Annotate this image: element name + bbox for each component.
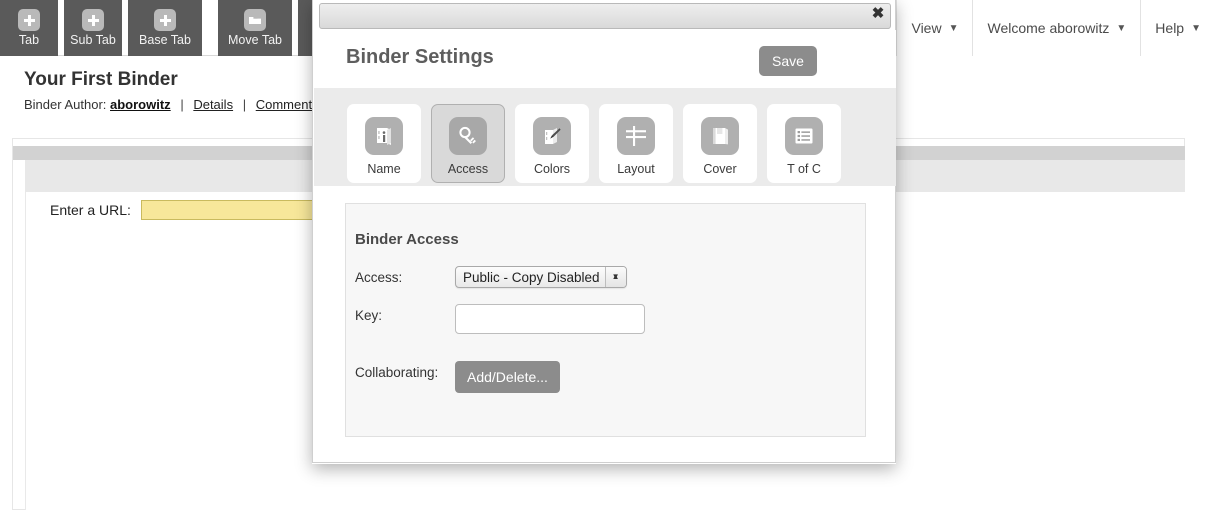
move-tab-button[interactable]: Move Tab <box>218 0 292 56</box>
tab-layout[interactable]: Layout <box>599 104 673 183</box>
paint-brush-icon <box>533 117 571 155</box>
tab-toc-label: T of C <box>787 162 821 176</box>
tab-colors[interactable]: Colors <box>515 104 589 183</box>
modal-title-bar[interactable] <box>319 3 891 29</box>
tab-cover[interactable]: Cover <box>683 104 757 183</box>
close-icon[interactable]: ✖ <box>868 3 888 23</box>
meta-separator: | <box>242 97 247 112</box>
modal-title: Binder Settings <box>346 46 494 68</box>
book-cover-icon <box>701 117 739 155</box>
key-row: Key: <box>355 304 645 334</box>
settings-tab-strip: Name Access Colors Layout Cover T of C <box>314 88 896 186</box>
chevron-down-icon: ▼ <box>1191 22 1201 34</box>
account-menu-label: Welcome aborowitz <box>987 20 1110 36</box>
add-base-tab-label: Base Tab <box>139 33 191 47</box>
chevron-down-icon: ▼ <box>948 22 959 34</box>
add-sub-tab-button[interactable]: Sub Tab <box>64 0 122 56</box>
panel-heading: Binder Access <box>355 231 459 248</box>
access-row: Access: Public - Copy Disabled ▲ ▼ <box>355 266 627 288</box>
binder-settings-dialog: ✖ Binder Settings Save Name Access Color… <box>312 0 896 463</box>
tab-access[interactable]: Access <box>431 104 505 183</box>
details-link[interactable]: Details <box>193 97 233 112</box>
tab-name-label: Name <box>367 162 401 176</box>
access-select[interactable]: Public - Copy Disabled ▲ ▼ <box>455 266 627 288</box>
collaborating-row: Collaborating: Add/Delete... <box>355 361 560 393</box>
add-tab-label: Tab <box>18 33 40 47</box>
tab-toc[interactable]: T of C <box>767 104 841 183</box>
plus-icon <box>82 9 104 31</box>
author-prefix-label: Binder Author: <box>24 97 107 112</box>
meta-separator: | <box>180 97 184 112</box>
help-menu[interactable]: Help ▼ <box>1140 0 1215 56</box>
access-select-value: Public - Copy Disabled <box>463 269 600 285</box>
url-label: Enter a URL: <box>50 202 131 218</box>
chevron-down-icon: ▼ <box>1116 22 1127 34</box>
grid-layout-icon <box>617 117 655 155</box>
key-icon <box>449 117 487 155</box>
plus-icon <box>18 9 40 31</box>
list-icon <box>785 117 823 155</box>
settings-tab-list: Name Access Colors Layout Cover T of C <box>347 104 841 183</box>
add-tab-button[interactable]: Tab <box>0 0 58 56</box>
author-link[interactable]: aborowitz <box>110 97 171 112</box>
add-delete-collaborators-button[interactable]: Add/Delete... <box>455 361 560 393</box>
binder-access-panel: Binder Access Access: Public - Copy Disa… <box>345 203 866 437</box>
save-button[interactable]: Save <box>759 46 817 76</box>
modal-header: Binder Settings Save <box>314 30 896 88</box>
move-folder-icon <box>244 9 266 31</box>
add-sub-tab-label: Sub Tab <box>70 33 116 47</box>
tab-name[interactable]: Name <box>347 104 421 183</box>
binder-info-icon <box>365 117 403 155</box>
stepper-arrows-icon: ▲ ▼ <box>604 267 626 287</box>
view-menu-label: View <box>911 20 942 36</box>
add-base-tab-button[interactable]: Base Tab <box>128 0 202 56</box>
plus-icon <box>154 9 176 31</box>
help-menu-label: Help <box>1155 20 1185 36</box>
collaborating-label: Collaborating: <box>355 365 439 380</box>
view-menu[interactable]: View ▼ <box>896 0 973 56</box>
tab-layout-label: Layout <box>617 162 655 176</box>
key-label: Key: <box>355 308 383 323</box>
move-tab-label: Move Tab <box>228 33 282 47</box>
comments-link[interactable]: Comments <box>256 97 319 112</box>
access-label: Access: <box>355 270 403 285</box>
tab-access-label: Access <box>447 162 489 176</box>
tab-cover-label: Cover <box>703 162 737 176</box>
account-menu[interactable]: Welcome aborowitz ▼ <box>972 0 1141 56</box>
tab-colors-label: Colors <box>533 162 571 176</box>
binder-meta: Binder Author: aborowitz | Details | Com… <box>24 97 333 112</box>
key-input[interactable] <box>455 304 645 334</box>
application-window: Tab Sub Tab Base Tab Move Tab View ▼ Wel… <box>0 0 1215 510</box>
page-title: Your First Binder <box>24 69 178 90</box>
